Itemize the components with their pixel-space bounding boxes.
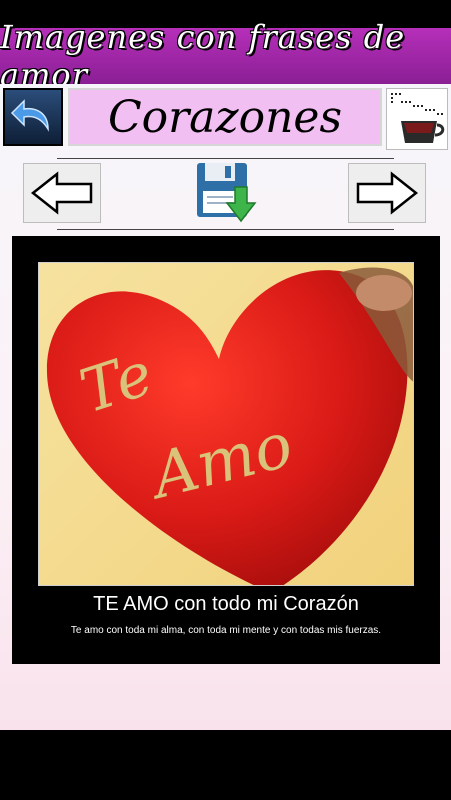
poster-caption-title: TE AMO con todo mi Corazón bbox=[93, 593, 359, 615]
coffee-cup-button[interactable] bbox=[386, 88, 448, 150]
app-header: Imagenes con frases de amor bbox=[0, 18, 451, 94]
coffee-cup-icon bbox=[391, 93, 445, 143]
back-button[interactable] bbox=[3, 88, 63, 146]
next-button[interactable] bbox=[348, 163, 426, 223]
bottom-bar bbox=[0, 730, 451, 800]
floppy-download-icon bbox=[197, 163, 257, 223]
save-button[interactable] bbox=[195, 161, 259, 225]
app-title: Imagenes con frases de amor bbox=[0, 18, 406, 94]
content-area: Corazones Te Amo TE AMO con todo mi Cora… bbox=[0, 84, 451, 730]
poster-caption-subtitle: Te amo con toda mi alma, con toda mi men… bbox=[70, 625, 382, 636]
category-title: Corazones bbox=[107, 91, 343, 143]
divider-top bbox=[57, 158, 394, 159]
heart-photo: Te Amo bbox=[38, 262, 414, 586]
arrow-right-icon bbox=[356, 171, 419, 215]
arrow-left-icon bbox=[30, 171, 93, 215]
undo-arrow-icon bbox=[10, 99, 49, 132]
category-title-box: Corazones bbox=[68, 88, 382, 146]
poster-frame[interactable]: Te Amo TE AMO con todo mi Corazón Te amo… bbox=[12, 236, 440, 664]
heart-image: Te Amo bbox=[46, 267, 413, 585]
previous-button[interactable] bbox=[23, 163, 101, 223]
divider-bottom bbox=[57, 229, 394, 230]
